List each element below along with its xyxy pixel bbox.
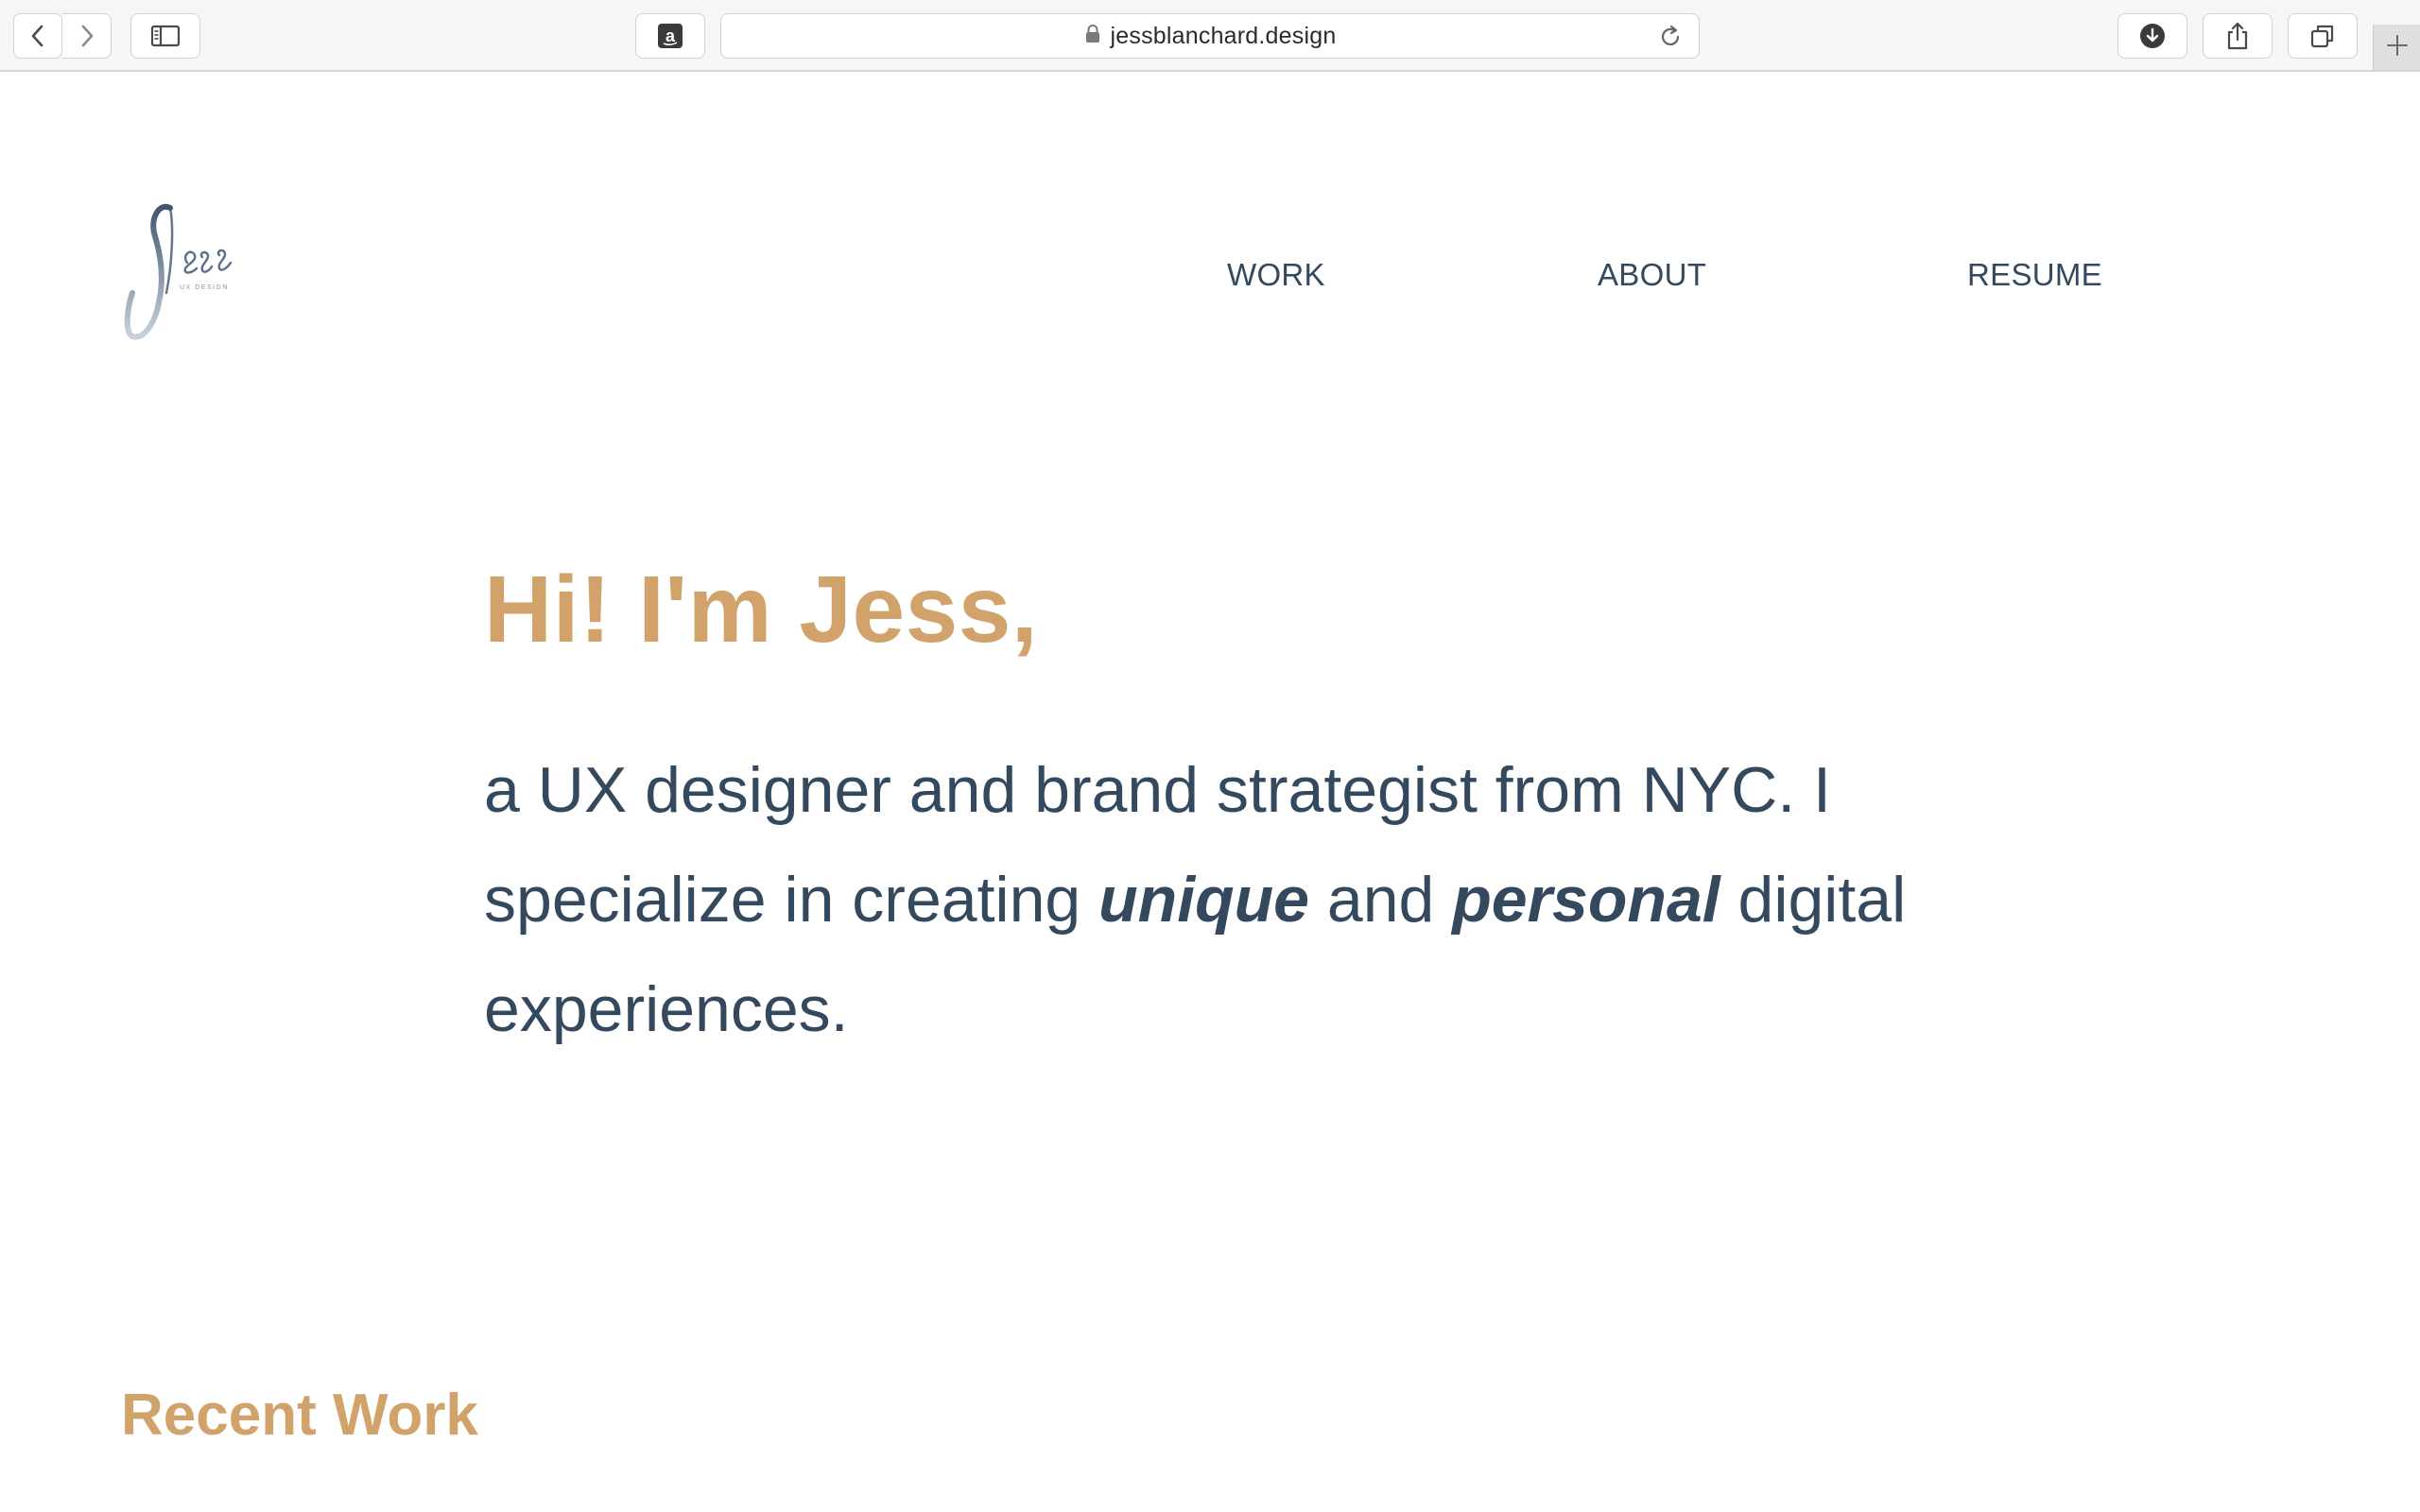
hero-emphasis-unique: unique xyxy=(1098,864,1309,936)
new-tab-button[interactable] xyxy=(2373,25,2420,70)
tab-overview-button[interactable] xyxy=(2288,13,2358,59)
chevron-left-icon xyxy=(27,24,48,48)
svg-text:a: a xyxy=(666,26,676,45)
hero-intro: a UX designer and brand strategist from … xyxy=(484,735,1940,1064)
tabs-icon xyxy=(2309,23,2336,49)
logo-tagline: UX DESIGN xyxy=(180,284,229,291)
back-button[interactable] xyxy=(13,13,62,59)
url-text: jessblanchard.design xyxy=(1110,22,1337,49)
recent-work-heading: Recent Work xyxy=(121,1383,478,1448)
reload-icon[interactable] xyxy=(1657,24,1684,55)
sidebar-toggle-button[interactable] xyxy=(130,13,200,59)
hero-emphasis-personal: personal xyxy=(1452,864,1720,936)
downloads-button[interactable] xyxy=(2118,13,2187,59)
jess-signature-logo: UX DESIGN xyxy=(124,203,233,340)
hero-connector: and xyxy=(1308,864,1453,936)
nav-work-link[interactable]: WORK xyxy=(1227,257,1325,293)
address-bar[interactable]: jessblanchard.design xyxy=(720,13,1700,59)
amazon-extension-button[interactable]: a xyxy=(635,13,705,59)
nav-resume-link[interactable]: RESUME xyxy=(1967,257,2102,293)
sidebar-icon xyxy=(150,25,181,47)
forward-button[interactable] xyxy=(62,13,112,59)
share-button[interactable] xyxy=(2203,13,2273,59)
hero-title: Hi! I'm Jess, xyxy=(484,557,1039,662)
share-icon xyxy=(2224,21,2251,51)
amazon-icon: a xyxy=(657,23,683,49)
chevron-right-icon xyxy=(77,24,97,48)
browser-toolbar: a jessblanchard.design xyxy=(0,0,2420,72)
site-logo[interactable]: UX DESIGN xyxy=(121,198,244,350)
plus-icon xyxy=(2385,33,2410,62)
lock-icon xyxy=(1084,24,1101,49)
download-icon xyxy=(2138,22,2167,50)
nav-about-link[interactable]: ABOUT xyxy=(1598,257,1706,293)
